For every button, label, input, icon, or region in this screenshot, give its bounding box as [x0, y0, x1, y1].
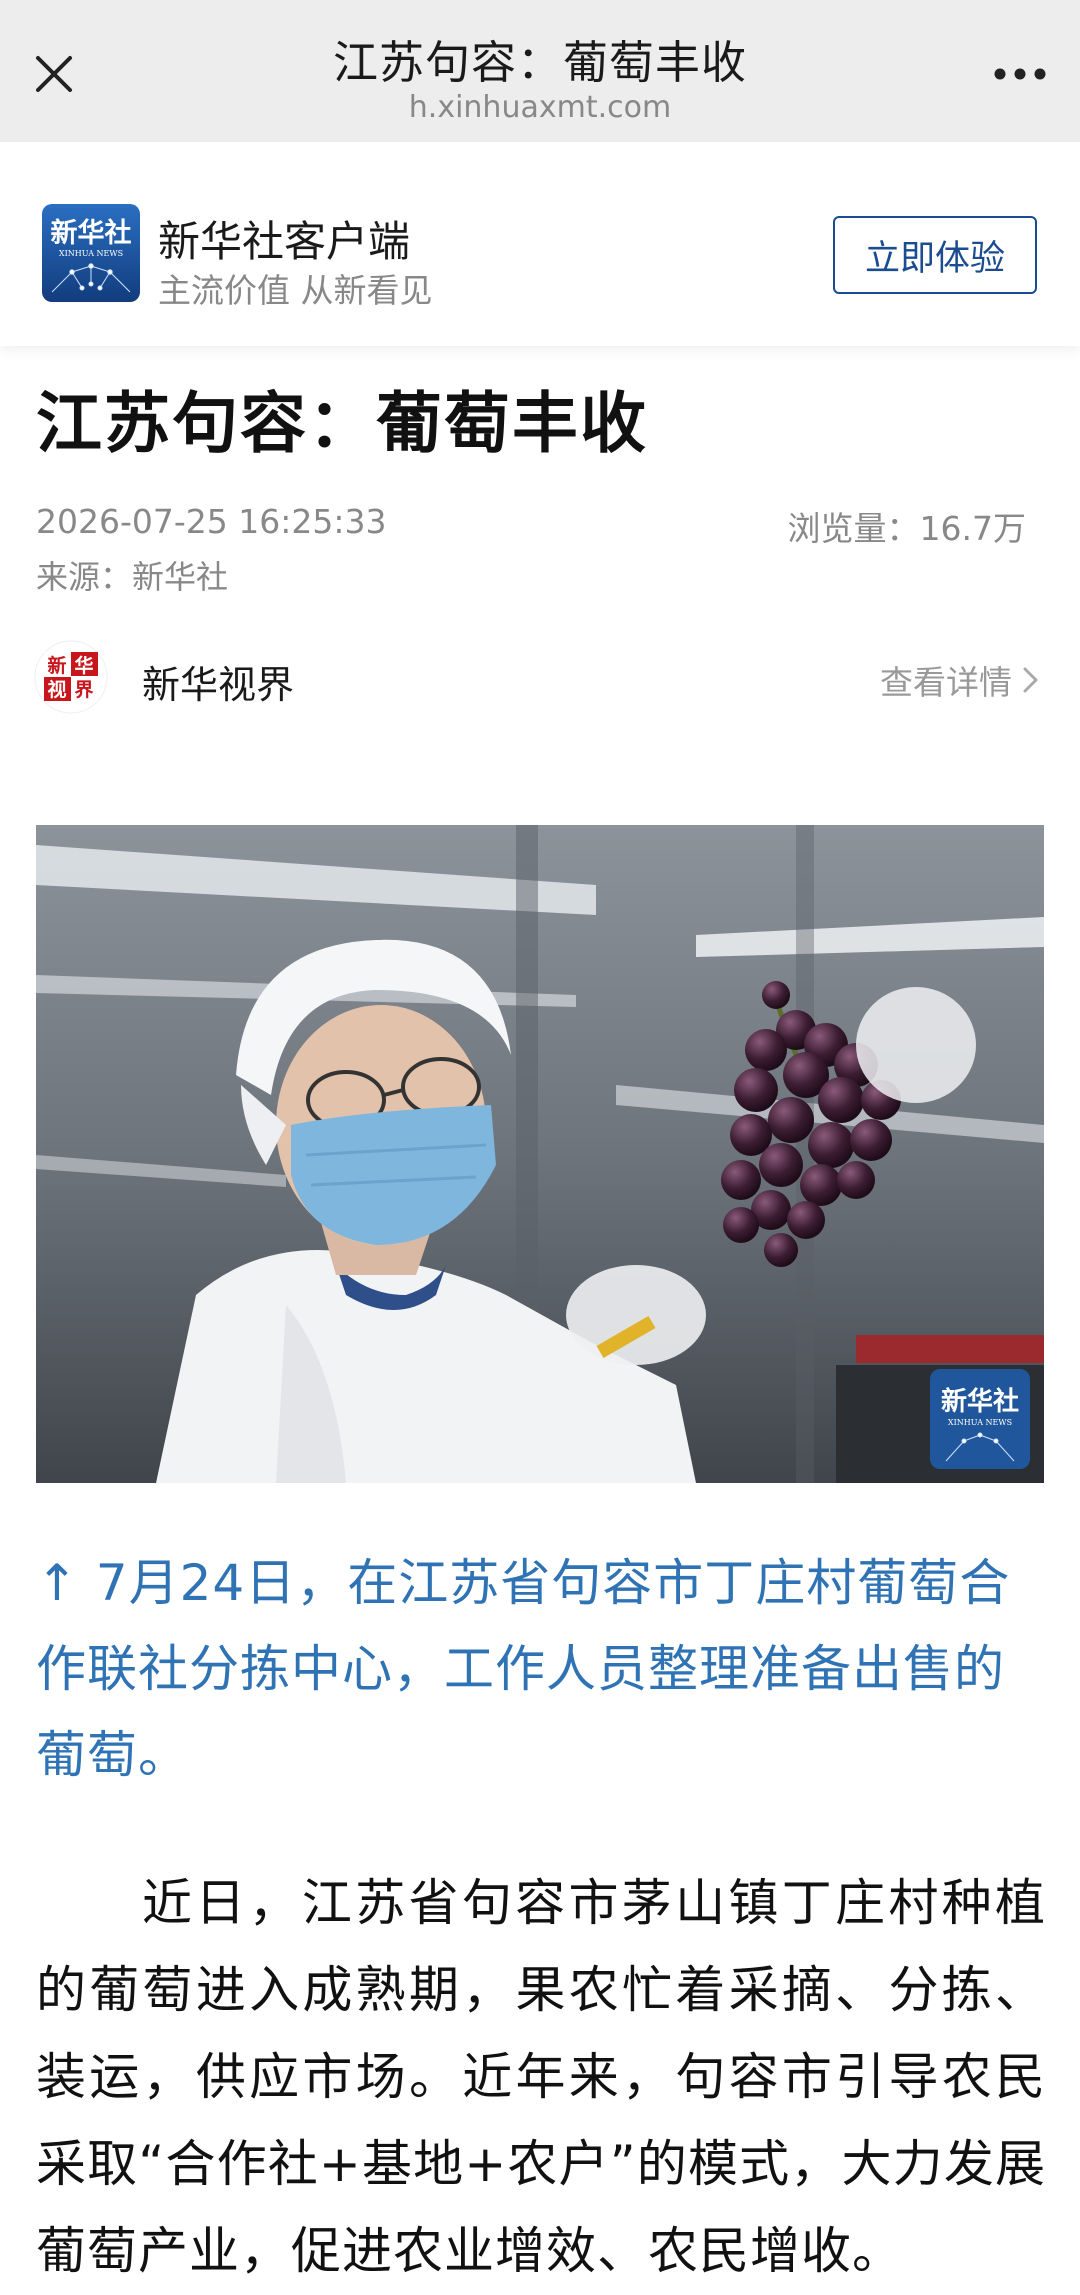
more-dots-icon — [994, 68, 1046, 80]
article-photo[interactable]: 新华社 XINHUA NEWS — [36, 825, 1044, 1483]
view-count: 浏览量：16.7万 — [787, 509, 1026, 548]
author-row[interactable]: 新 华 视 界 新华视界 查看详情 — [0, 636, 1080, 726]
app-banner: 新华社 XINHUA NEWS 新华社客户端 主流价值 从新看见 立即体验 — [0, 142, 1080, 346]
xinhua-watermark: 新华社 XINHUA NEWS — [930, 1369, 1030, 1469]
svg-text:新华社: 新华社 — [51, 217, 132, 249]
svg-text:XINHUA NEWS: XINHUA NEWS — [948, 1418, 1012, 1427]
chevron-right-icon — [1023, 667, 1038, 693]
svg-text:视: 视 — [47, 678, 66, 701]
page-title: 江苏句容：葡萄丰收 — [332, 36, 747, 89]
more-button[interactable] — [982, 42, 1058, 106]
view-details-label: 查看详情 — [880, 663, 1012, 702]
article-title: 江苏句容：葡萄丰收 — [36, 385, 648, 462]
article-paragraph: 近日，江苏省句容市茅山镇丁庄村种植的葡萄进入成熟期，果农忙着采摘、分拣、装运，供… — [36, 1874, 1046, 2280]
svg-text:XINHUA NEWS: XINHUA NEWS — [59, 249, 123, 258]
svg-text:新: 新 — [47, 654, 66, 677]
svg-text:华: 华 — [74, 654, 93, 677]
xinhua-app-logo: 新华社 XINHUA NEWS — [42, 204, 140, 302]
svg-text:界: 界 — [74, 679, 93, 701]
top-bar: 江苏句容：葡萄丰收 h.xinhuaxmt.com — [0, 0, 1080, 142]
svg-text:新华社: 新华社 — [941, 1386, 1019, 1417]
photo-caption: ↑ 7月24日，在江苏省句容市丁庄村葡萄合作联社分拣中心，工作人员整理准备出售的… — [36, 1554, 1011, 1784]
try-now-button[interactable]: 立即体验 — [833, 216, 1037, 294]
publish-datetime: 2026-07-25 16:25:33 — [36, 502, 387, 541]
view-details-link[interactable]: 查看详情 — [880, 656, 1042, 704]
app-slogan: 主流价值 从新看见 — [158, 271, 433, 310]
article-source: 来源：新华社 — [36, 558, 229, 596]
page-url: h.xinhuaxmt.com — [408, 90, 672, 125]
close-icon — [36, 56, 72, 92]
author-name[interactable]: 新华视界 — [142, 654, 294, 709]
app-name: 新华社客户端 — [158, 217, 411, 266]
close-button[interactable] — [22, 42, 86, 106]
author-avatar[interactable]: 新 华 视 界 — [34, 640, 108, 714]
